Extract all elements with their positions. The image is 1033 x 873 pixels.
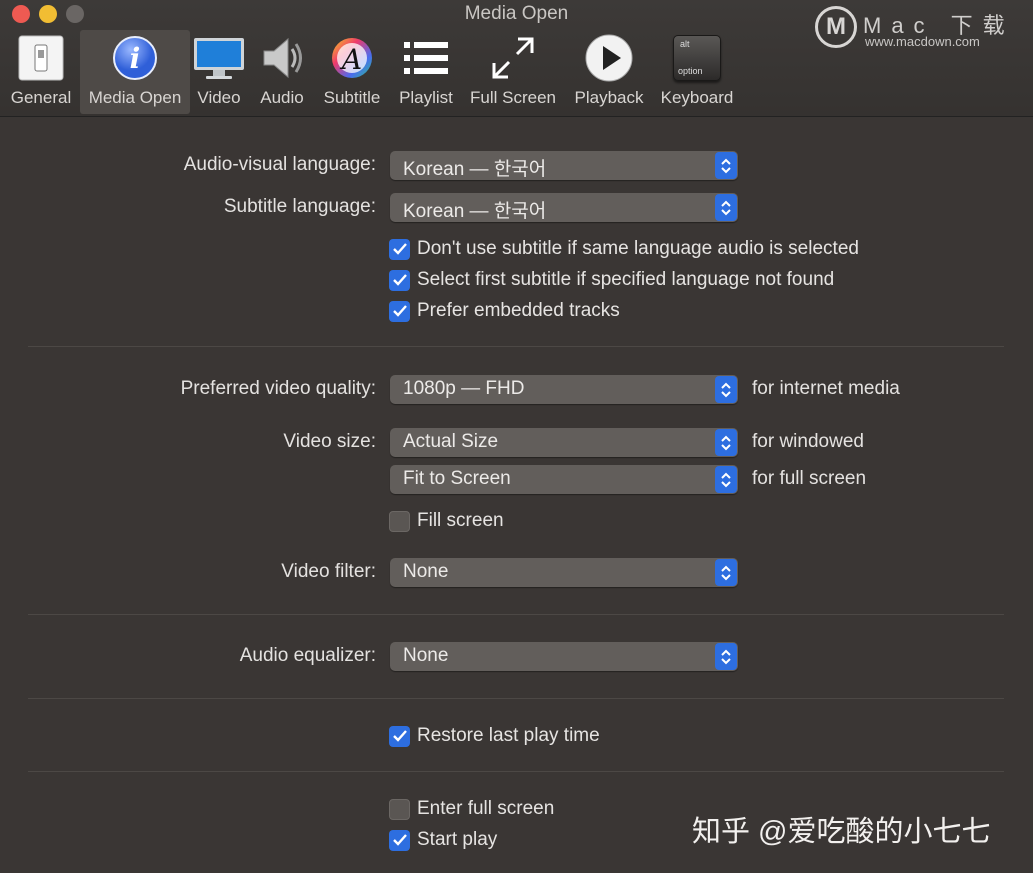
video-filter-select[interactable]: None — [390, 558, 738, 587]
divider — [28, 346, 1004, 347]
tab-media-open-label: Media Open — [88, 88, 182, 107]
video-quality-suffix: for internet media — [752, 378, 900, 399]
dont-use-subtitle-label: Don't use subtitle if same language audi… — [417, 238, 859, 259]
audio-language-label: Audio-visual language: — [183, 154, 376, 175]
tab-audio[interactable]: Audio — [252, 30, 312, 114]
tab-full-screen[interactable]: Full Screen — [465, 30, 561, 114]
stepper-arrows-icon — [715, 194, 737, 221]
tab-audio-label: Audio — [260, 88, 304, 107]
speaker-icon — [258, 30, 306, 86]
list-icon — [402, 30, 450, 86]
restore-play-time-checkbox[interactable]: Restore last play time — [389, 724, 600, 748]
fill-screen-label: Fill screen — [417, 510, 504, 531]
enter-full-screen-checkbox[interactable]: Enter full screen — [389, 797, 554, 821]
tab-playlist[interactable]: Playlist — [394, 30, 458, 114]
tab-general-label: General — [10, 88, 72, 107]
tab-video[interactable]: Video — [192, 30, 246, 114]
tab-video-label: Video — [197, 88, 241, 107]
play-icon — [584, 30, 634, 86]
windowed-size-suffix: for windowed — [752, 431, 864, 452]
tab-subtitle-label: Subtitle — [323, 88, 381, 107]
monitor-icon — [193, 30, 245, 86]
audio-equalizer-value: None — [403, 645, 449, 666]
divider — [28, 771, 1004, 772]
stepper-arrows-icon — [715, 376, 737, 403]
windowed-size-value: Actual Size — [403, 431, 499, 452]
prefer-embedded-label: Prefer embedded tracks — [417, 300, 620, 321]
watermark: M Mac 下载 www.macdown.com — [813, 4, 1023, 50]
stepper-arrows-icon — [715, 152, 737, 179]
dont-use-subtitle-checkbox[interactable]: Don't use subtitle if same language audi… — [389, 237, 859, 261]
windowed-size-select[interactable]: Actual Size — [390, 428, 738, 457]
video-quality-value: 1080p — FHD — [403, 378, 525, 399]
stepper-arrows-icon — [715, 559, 737, 586]
svg-text:A: A — [339, 43, 362, 76]
prefer-embedded-checkbox[interactable]: Prefer embedded tracks — [389, 299, 620, 323]
audio-language-select[interactable]: Korean — 한국어 — [390, 151, 738, 180]
expand-icon — [490, 30, 536, 86]
stepper-arrows-icon — [715, 429, 737, 456]
divider — [28, 698, 1004, 699]
stepper-arrows-icon — [715, 643, 737, 670]
checkbox-empty-icon — [389, 510, 410, 532]
video-filter-label: Video filter: — [281, 561, 376, 582]
checkmark-icon — [389, 829, 410, 851]
checkmark-icon — [389, 725, 410, 747]
video-quality-select[interactable]: 1080p — FHD — [390, 375, 738, 404]
checkmark-icon — [389, 238, 410, 260]
tab-media-open[interactable]: i Media Open — [80, 30, 190, 114]
video-size-label: Video size: — [283, 431, 376, 452]
stepper-arrows-icon — [715, 466, 737, 493]
video-quality-label: Preferred video quality: — [180, 378, 376, 399]
restore-play-time-label: Restore last play time — [417, 725, 600, 746]
enter-full-screen-label: Enter full screen — [417, 798, 555, 819]
start-play-checkbox[interactable]: Start play — [389, 828, 497, 852]
select-first-subtitle-label: Select first subtitle if specified langu… — [417, 269, 835, 290]
keycap-top-label: alt — [680, 39, 690, 49]
audio-equalizer-label: Audio equalizer: — [239, 645, 376, 666]
tab-subtitle[interactable]: A Subtitle — [318, 30, 386, 114]
audio-equalizer-select[interactable]: None — [390, 642, 738, 671]
fullscreen-size-select[interactable]: Fit to Screen — [390, 465, 738, 494]
checkmark-icon — [389, 300, 410, 322]
svg-text:i: i — [130, 42, 141, 75]
title-bar: Media Open General i Media Open Video Au… — [0, 0, 1033, 117]
video-filter-value: None — [403, 561, 449, 582]
watermark-logo: M — [815, 6, 857, 48]
subtitle-language-label: Subtitle language: — [223, 196, 376, 217]
select-first-subtitle-checkbox[interactable]: Select first subtitle if specified langu… — [389, 268, 834, 292]
tab-keyboard[interactable]: alt option Keyboard — [656, 30, 738, 114]
keyboard-icon: alt option — [673, 30, 721, 86]
subtitle-language-value: Korean — 한국어 — [403, 201, 547, 222]
checkmark-icon — [389, 269, 410, 291]
watermark-url: www.macdown.com — [865, 34, 980, 49]
tab-general[interactable]: General — [6, 30, 76, 114]
checkbox-empty-icon — [389, 798, 410, 820]
fullscreen-size-suffix: for full screen — [752, 468, 867, 489]
tab-keyboard-label: Keyboard — [660, 88, 734, 107]
tab-playback[interactable]: Playback — [570, 30, 648, 114]
subtitle-language-select[interactable]: Korean — 한국어 — [390, 193, 738, 222]
audio-language-value: Korean — 한국어 — [403, 159, 547, 180]
switch-icon — [18, 30, 64, 86]
keycap-bottom-label: option — [678, 66, 703, 76]
info-icon: i — [112, 30, 158, 86]
credit-watermark: 知乎 @爱吃酸的小七七 — [692, 816, 991, 848]
divider — [28, 614, 1004, 615]
font-icon: A — [330, 30, 374, 86]
tab-full-screen-label: Full Screen — [470, 88, 556, 107]
fullscreen-size-value: Fit to Screen — [403, 468, 511, 489]
fill-screen-checkbox[interactable]: Fill screen — [389, 509, 504, 533]
tab-playlist-label: Playlist — [399, 88, 453, 107]
start-play-label: Start play — [417, 829, 498, 850]
tab-playback-label: Playback — [574, 88, 644, 107]
